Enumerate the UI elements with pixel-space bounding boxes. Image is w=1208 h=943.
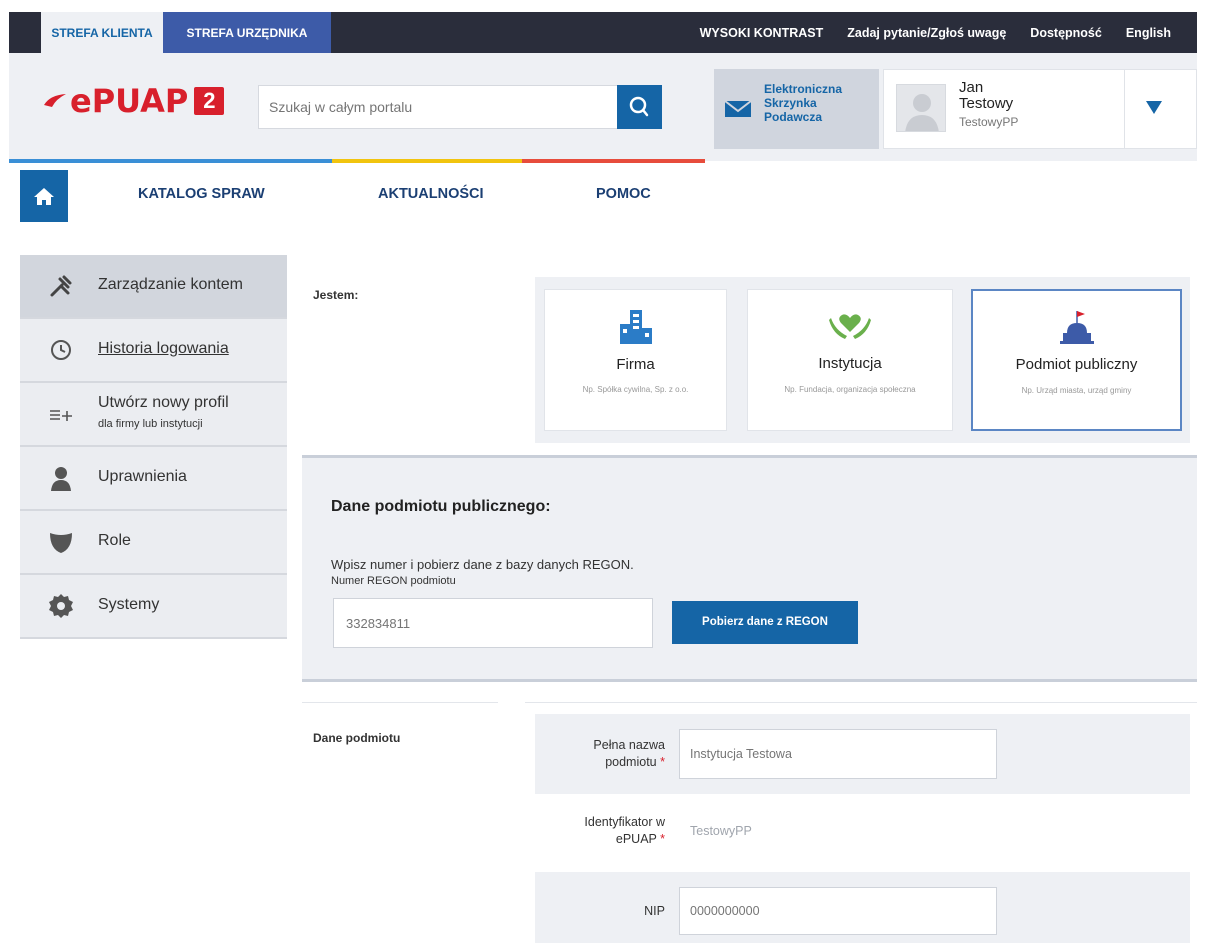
sidebar-item-label: Systemy [98,596,160,613]
mask-icon [50,533,72,553]
sidebar-item-label: Uprawnienia [98,468,187,485]
search-icon [629,96,649,117]
sidebar-item-sublabel: dla firmy lub instytucji [98,418,203,430]
entity-type-public[interactable]: Podmiot publiczny Np. Urząd miasta, urzą… [971,289,1182,431]
sidebar-item-label: Zarządzanie kontem [98,276,243,293]
clock-icon [51,340,71,360]
nav-news[interactable]: AKTUALNOŚCI [378,186,484,202]
sidebar-item-roles[interactable]: Role [20,511,287,575]
entity-type-desc: Np. Urząd miasta, urząd gminy [1021,386,1132,395]
sidebar: Zarządzanie kontem Historia logowania Ut… [20,255,287,639]
entity-type-name: Podmiot publiczny [1015,356,1138,373]
avatar [896,84,946,132]
color-bar-red [522,159,705,163]
sidebar-item-label: Historia logowania [98,340,229,357]
entity-type-company[interactable]: Firma Np. Spółka cywilna, Sp. z o.o. [544,289,727,431]
entity-type-name: Instytucja [818,355,882,372]
sidebar-item-systems[interactable]: Systemy [20,575,287,639]
home-button[interactable] [20,170,68,222]
language-link[interactable]: English [1126,26,1171,40]
nav-help[interactable]: POMOC [596,186,651,202]
sidebar-item-label: Utwórz nowy profil [98,394,229,411]
sidebar-item-permissions[interactable]: Uprawnienia [20,447,287,511]
regon-info: Wpisz numer i pobierz dane z bazy danych… [331,557,634,572]
regon-input[interactable] [333,598,653,648]
public-building-icon [1059,311,1094,344]
top-bar: STREFA KLIENTA STREFA URZĘDNIKA WYSOKI K… [9,12,1197,53]
entity-type-label: Jestem: [313,288,359,302]
header: ePUAP 2 Elektroniczna Skrzynka Podawcza … [9,53,1197,161]
top-links: WYSOKI KONTRAST Zadaj pytanie/Zgłoś uwag… [700,12,1197,53]
logo-text: ePUAP [70,82,189,120]
mailbox-button[interactable]: Elektroniczna Skrzynka Podawcza [714,69,879,149]
hands-heart-icon [829,314,871,339]
regon-section: Dane podmiotu publicznego: Wpisz numer i… [302,455,1197,682]
entity-type-institution[interactable]: Instytucja Np. Fundacja, organizacja spo… [747,289,953,431]
gear-icon [49,594,73,618]
home-icon [34,188,54,205]
full-name-input[interactable] [679,729,997,779]
nav-catalog[interactable]: KATALOG SPRAW [138,186,265,202]
tab-client-zone[interactable]: STREFA KLIENTA [41,12,163,53]
epuap-id-label: Identyfikator w ePUAP * [584,815,665,846]
user-panel[interactable]: Jan Testowy TestowyPP [883,69,1197,149]
ask-question-link[interactable]: Zadaj pytanie/Zgłoś uwagę [847,26,1006,40]
tab-official-zone[interactable]: STREFA URZĘDNIKA [163,12,331,53]
fetch-regon-button[interactable]: Pobierz dane z REGON [672,601,858,644]
nip-input[interactable] [679,887,997,935]
entity-type-panel: Firma Np. Spółka cywilna, Sp. z o.o. Ins… [535,277,1190,443]
color-bar-yellow [332,159,522,163]
entity-data-label: Dane podmiotu [313,731,401,745]
entity-type-desc: Np. Fundacja, organizacja społeczna [784,385,916,394]
divider [525,702,1197,703]
mailbox-label: Elektroniczna Skrzynka Podawcza [764,82,843,124]
regon-title: Dane podmiotu publicznego: [331,498,551,515]
form-row-epuap-id: Identyfikator w ePUAP * TestowyPP [535,794,1190,874]
epuap-logo[interactable]: ePUAP 2 [42,82,225,120]
form-row-full-name: Pełna nazwa podmiotu * [535,714,1190,794]
sidebar-item-label: Role [98,532,131,549]
search-input[interactable] [258,85,618,129]
color-bar-blue [9,159,332,163]
entity-type-name: Firma [616,356,655,373]
sidebar-item-account[interactable]: Zarządzanie kontem [20,255,287,319]
envelope-icon [724,100,752,117]
user-menu-chevron-down-icon[interactable] [1146,101,1162,114]
user-login: TestowyPP [959,115,1019,129]
high-contrast-link[interactable]: WYSOKI KONTRAST [700,26,824,40]
accessibility-link[interactable]: Dostępność [1030,26,1102,40]
logo-swoosh-icon [44,94,66,107]
entity-type-desc: Np. Spółka cywilna, Sp. z o.o. [582,385,689,394]
logo-version: 2 [194,87,225,115]
sidebar-item-login-history[interactable]: Historia logowania [20,319,287,383]
person-icon [51,467,71,491]
form-row-nip: NIP [535,872,1190,943]
search-button[interactable] [617,85,662,129]
user-name: Jan Testowy [959,79,1014,112]
nip-label: NIP [644,904,665,918]
user-avatar-icon [905,94,939,131]
regon-field-label: Numer REGON podmiotu [331,575,456,587]
sidebar-item-new-profile[interactable]: Utwórz nowy profil dla firmy lub instytu… [20,383,287,447]
user-divider [1124,70,1125,148]
tools-icon [50,275,72,297]
divider [302,702,498,703]
epuap-id-value: TestowyPP [690,824,752,838]
buildings-icon [619,310,652,344]
full-name-label: Pełna nazwa podmiotu * [593,738,665,769]
add-list-icon [50,410,72,421]
